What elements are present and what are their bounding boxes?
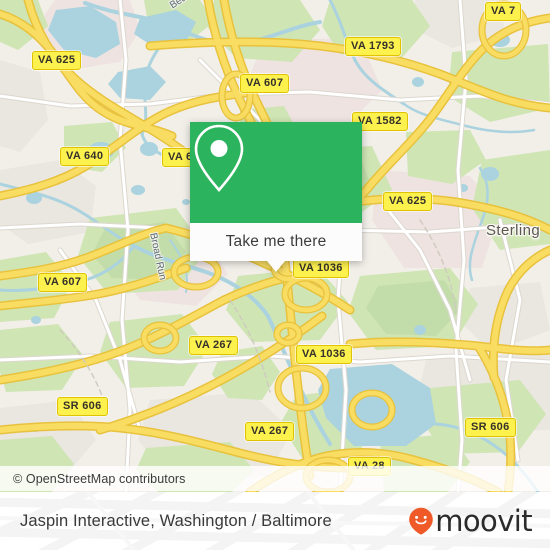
road-shield[interactable]: VA 625 — [383, 192, 433, 211]
road-shield[interactable]: VA 607 — [240, 74, 290, 93]
moovit-wordmark: moovit — [435, 503, 532, 538]
footer-bar: Jaspin Interactive, Washington / Baltimo… — [0, 492, 550, 550]
take-me-there-label: Take me there — [225, 233, 327, 250]
road-shield[interactable]: VA 267 — [245, 422, 295, 441]
moovit-smile-pin-icon — [409, 507, 434, 535]
moovit-brand[interactable]: moovit — [408, 492, 533, 550]
callout-header — [190, 122, 362, 223]
location-pin-icon — [194, 124, 244, 192]
footer-title-text: Jaspin Interactive, Washington / Baltimo… — [20, 511, 332, 530]
road-shield[interactable]: VA 1036 — [293, 259, 349, 278]
road-shield[interactable]: VA 607 — [38, 273, 88, 292]
road-shield[interactable]: VA 267 — [189, 336, 239, 355]
callout-tail — [267, 261, 285, 272]
page-title: Jaspin Interactive, Washington / Baltimo… — [20, 492, 332, 550]
osm-attribution-text[interactable]: © OpenStreetMap contributors — [0, 472, 186, 486]
callout-action-bar[interactable]: Take me there — [190, 223, 362, 272]
moovit-map-screenshot: .land{fill:#f2efe9} .park{fill:#cfe5b4} … — [0, 0, 550, 550]
road-shield[interactable]: VA 1036 — [296, 345, 352, 364]
road-shield[interactable]: VA 625 — [32, 51, 82, 70]
road-shield[interactable]: VA 640 — [60, 147, 110, 166]
location-callout[interactable]: Take me there — [190, 122, 362, 272]
map-canvas[interactable]: .land{fill:#f2efe9} .park{fill:#cfe5b4} … — [0, 0, 550, 492]
road-shield[interactable]: SR 606 — [465, 418, 516, 437]
road-shield[interactable]: SR 606 — [57, 397, 108, 416]
road-shield[interactable]: VA 1793 — [345, 37, 401, 56]
place-label-sterling: Sterling — [486, 222, 541, 239]
osm-attribution-bar: © OpenStreetMap contributors — [0, 466, 550, 491]
road-shield[interactable]: VA 7 — [485, 2, 522, 21]
